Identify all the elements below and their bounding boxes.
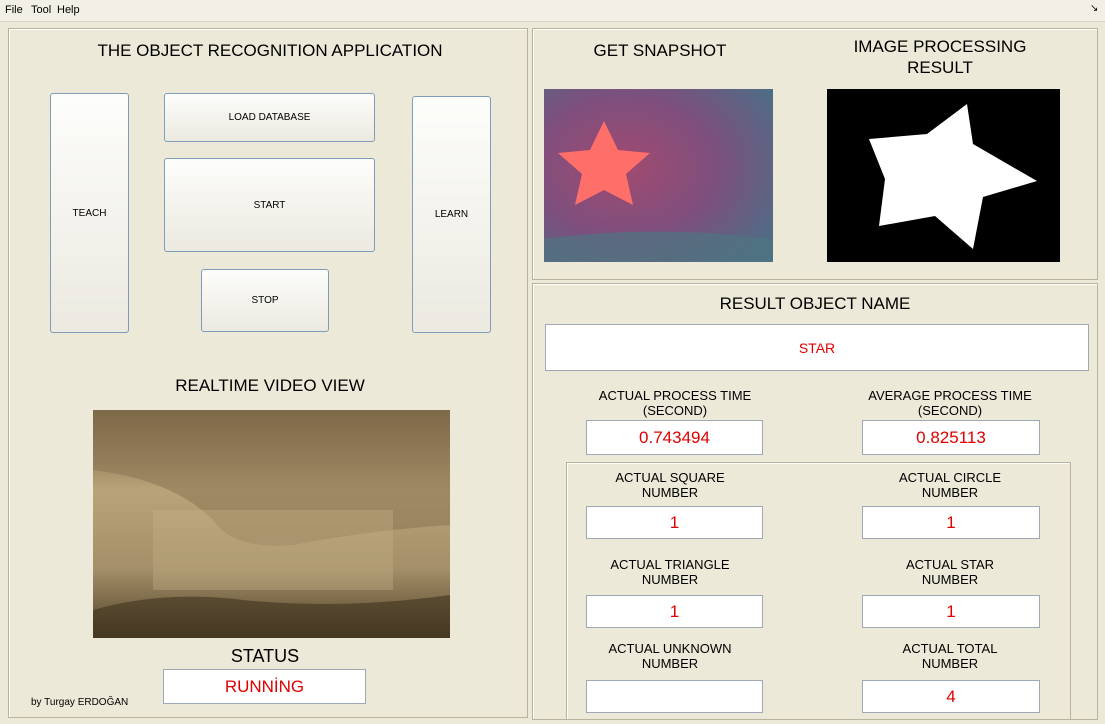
result-title: RESULT OBJECT NAME [719, 294, 911, 313]
processing-title-line2: RESULT [907, 58, 973, 77]
square-label-2: NUMBER [641, 485, 699, 500]
unknown-label-2: NUMBER [641, 656, 699, 671]
square-label-1: ACTUAL SQUARE [615, 470, 725, 485]
start-button[interactable]: START [164, 158, 375, 252]
circle-label-1: ACTUAL CIRCLE [898, 470, 1002, 485]
result-object-name: STAR [545, 324, 1089, 371]
author-credit: by Turgay ERDOĞAN [31, 697, 129, 708]
actual-time-label-1: ACTUAL PROCESS TIME [598, 388, 752, 403]
video-frame-image [93, 410, 450, 638]
video-title: REALTIME VIDEO VIEW [175, 376, 365, 395]
app-title: THE OBJECT RECOGNITION APPLICATION [97, 41, 443, 60]
actual-time-label-2: (SECOND) [642, 403, 708, 418]
circle-count-value: 1 [862, 506, 1040, 539]
star-label-1: ACTUAL STAR [905, 557, 995, 572]
binary-star-image [827, 89, 1060, 262]
total-label-2: NUMBER [921, 656, 979, 671]
learn-button[interactable]: LEARN [412, 96, 491, 333]
menu-bar: File Tool Help ↘ [0, 0, 1105, 22]
actual-time-value: 0.743494 [586, 420, 763, 455]
unknown-count-value [586, 680, 763, 713]
stop-button[interactable]: STOP [201, 269, 329, 332]
teach-button[interactable]: TEACH [50, 93, 129, 333]
chevron-down-icon[interactable]: ↘ [1090, 3, 1098, 14]
load-database-button[interactable]: LOAD DATABASE [164, 93, 375, 142]
avg-time-label-2: (SECOND) [917, 403, 983, 418]
triangle-count-value: 1 [586, 595, 763, 628]
avg-time-label-1: AVERAGE PROCESS TIME [868, 388, 1032, 403]
realtime-video-view [93, 410, 450, 638]
unknown-label-1: ACTUAL UNKNOWN [608, 641, 732, 656]
avg-time-value: 0.825113 [862, 420, 1040, 455]
triangle-label-2: NUMBER [641, 572, 699, 587]
square-count-value: 1 [586, 506, 763, 539]
processing-result-image [827, 89, 1060, 262]
status-value: RUNNİNG [163, 669, 366, 704]
menu-file[interactable]: File [5, 4, 23, 16]
circle-label-2: NUMBER [921, 485, 979, 500]
star-count-value: 1 [862, 595, 1040, 628]
snapshot-image [544, 89, 773, 262]
total-count-value: 4 [862, 680, 1040, 713]
total-label-1: ACTUAL TOTAL [902, 641, 998, 656]
triangle-label-1: ACTUAL TRIANGLE [610, 557, 730, 572]
menu-tool[interactable]: Tool [31, 4, 51, 16]
status-label: STATUS [230, 646, 300, 666]
processing-title-line1: IMAGE PROCESSING [853, 37, 1027, 56]
snapshot-title: GET SNAPSHOT [593, 41, 727, 60]
snapshot-star-image [544, 89, 773, 262]
menu-help[interactable]: Help [57, 4, 80, 16]
star-label-2: NUMBER [921, 572, 979, 587]
